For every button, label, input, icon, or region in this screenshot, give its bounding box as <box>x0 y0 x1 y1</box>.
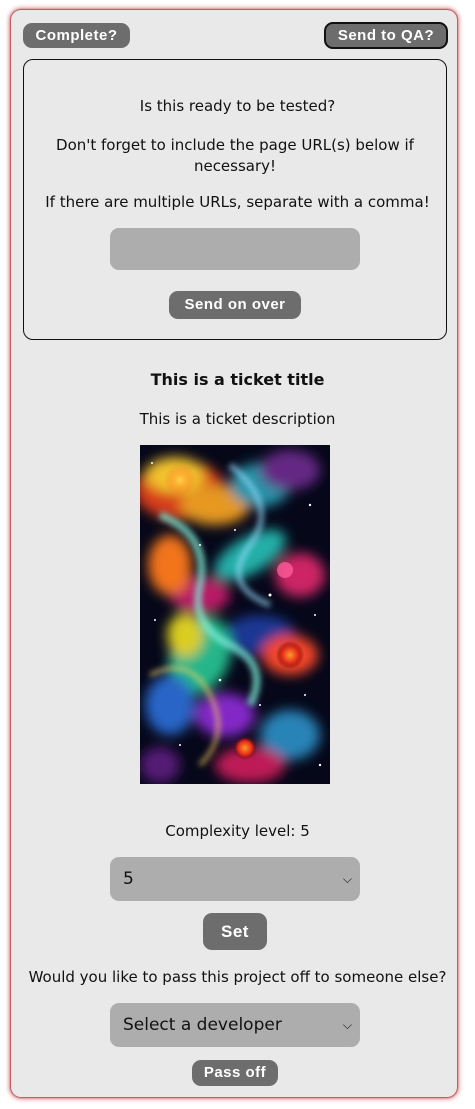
qa-multi-url-note: If there are multiple URLs, separate wit… <box>45 193 430 211</box>
set-complexity-button[interactable]: Set <box>203 913 267 950</box>
qa-reminder: Don't forget to include the page URL(s) … <box>56 136 414 175</box>
qa-question: Is this ready to be tested? <box>139 97 336 115</box>
complete-button[interactable]: Complete? <box>23 23 130 48</box>
cosmic-nebula-image <box>140 445 330 784</box>
complexity-label: Complexity level: 5 <box>165 822 310 840</box>
ticket-description: This is a ticket description <box>139 410 336 428</box>
pass-off-button[interactable]: Pass off <box>192 1060 278 1086</box>
url-input[interactable] <box>110 228 360 270</box>
developer-selected-value: Select a developer <box>123 1015 282 1035</box>
pass-off-question: Would you like to pass this project off … <box>28 968 447 986</box>
chevron-down-icon: ⌵ <box>342 872 352 886</box>
developer-select[interactable]: Select a developer ⌵ <box>110 1003 360 1047</box>
send-on-over-button[interactable]: Send on over <box>169 291 301 319</box>
complexity-select[interactable]: 5 ⌵ <box>110 857 360 901</box>
ticket-title: This is a ticket title <box>150 370 325 389</box>
chevron-down-icon: ⌵ <box>342 1018 352 1032</box>
nebula-art <box>140 445 330 784</box>
complexity-selected-value: 5 <box>123 869 134 889</box>
send-to-qa-button[interactable]: Send to QA? <box>324 22 448 49</box>
